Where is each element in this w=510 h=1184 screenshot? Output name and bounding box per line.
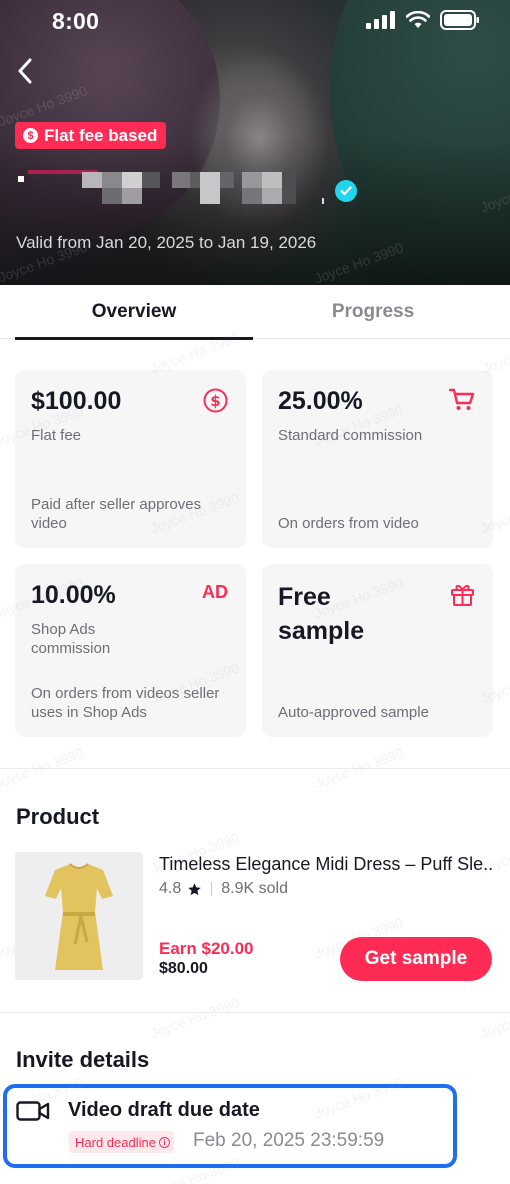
status-bar: 8:00	[0, 0, 510, 40]
product-image[interactable]	[15, 852, 143, 980]
tab-overview[interactable]: Overview	[15, 285, 253, 340]
redacted-creator-name	[18, 168, 368, 204]
dress-image	[15, 852, 143, 980]
validity-period: Valid from Jan 20, 2025 to Jan 19, 2026	[16, 233, 317, 252]
video-camera-icon	[16, 1101, 50, 1121]
flat-fee-label: Flat fee	[31, 427, 82, 444]
dollar-circle-icon: $	[23, 128, 38, 143]
free-sample-card: Free sample Auto-approved sample	[262, 564, 493, 737]
due-date-value: Feb 20, 2025 23:59:59	[193, 1130, 385, 1151]
tab-bar: Overview Progress	[0, 285, 510, 340]
get-sample-button[interactable]: Get sample	[340, 937, 492, 981]
divider	[0, 768, 510, 769]
watermark: Joyce Ho 3990	[148, 994, 242, 1042]
dollar-circle-icon: $	[203, 388, 228, 413]
flat-fee-note: Paid after seller approves video	[31, 496, 202, 532]
status-time: 8:00	[52, 8, 100, 34]
info-icon: i	[158, 1136, 170, 1148]
commission-note: On orders from video	[278, 515, 419, 532]
divider	[0, 1012, 510, 1013]
svg-text:$: $	[210, 392, 220, 410]
fee-type-badge: $ Flat fee based	[15, 122, 167, 149]
commission-label: Standard commission	[278, 427, 423, 444]
battery-icon	[440, 10, 479, 30]
video-draft-due-label: Video draft due date	[68, 1099, 260, 1121]
shop-ads-note: On orders from videos seller uses in Sho…	[31, 685, 220, 721]
product-price: $80.00	[159, 960, 208, 977]
gift-icon	[451, 584, 474, 606]
fee-type-label: Flat fee based	[44, 125, 158, 145]
shop-ads-label: Shop Ads commission	[31, 621, 111, 657]
commission-value: 25.00%	[278, 387, 363, 415]
free-sample-note: Auto-approved sample	[278, 704, 429, 721]
hard-deadline-badge[interactable]: Hard deadline i	[69, 1131, 174, 1153]
shop-ads-value: 10.00%	[31, 581, 116, 609]
highlight-box	[3, 1084, 457, 1168]
watermark: Joyce Ho 3990	[478, 995, 510, 1042]
flat-fee-value: $100.00	[31, 387, 122, 415]
back-button[interactable]	[10, 56, 40, 86]
flat-fee-card: $100.00 Flat fee Paid after seller appro…	[15, 370, 246, 548]
star-icon	[188, 882, 201, 895]
hard-deadline-label: Hard deadline	[75, 1134, 156, 1150]
invite-section-title: Invite details	[16, 1047, 150, 1072]
verified-icon	[335, 180, 357, 202]
chevron-left-icon	[18, 58, 32, 84]
free-sample-value: Free sample	[278, 583, 365, 645]
cart-icon	[449, 388, 475, 410]
commission-card: 25.00% Standard commission On orders fro…	[262, 370, 493, 548]
ad-icon: AD	[202, 582, 228, 602]
earn-amount: Earn $20.00	[159, 939, 254, 958]
wifi-icon	[406, 11, 430, 28]
meta-separator	[211, 882, 213, 896]
product-name[interactable]: Timeless Elegance Midi Dress – Puff Sle.…	[159, 854, 494, 875]
signal-icon	[366, 11, 395, 29]
product-rating: 4.8	[159, 880, 182, 897]
tab-progress[interactable]: Progress	[254, 285, 492, 339]
product-sold-count: 8.9K sold	[221, 880, 288, 897]
product-section-title: Product	[16, 804, 100, 829]
product-meta: 4.8 8.9K sold	[159, 880, 288, 898]
shop-ads-card: 10.00% Shop Ads commission On orders fro…	[15, 564, 246, 737]
